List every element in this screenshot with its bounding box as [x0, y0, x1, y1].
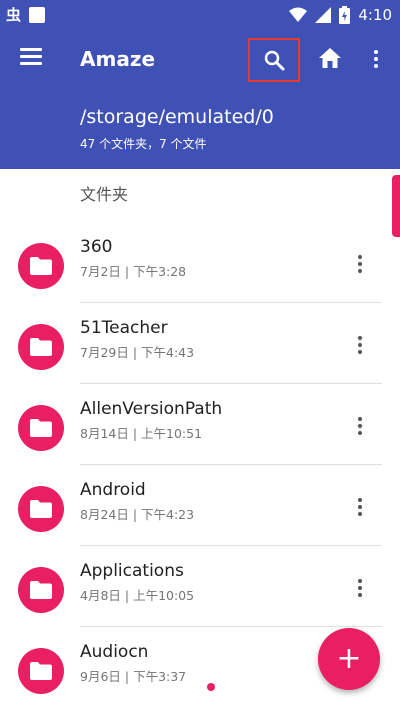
list-item[interactable]: 51Teacher 7月29日 | 下午4:43 — [0, 303, 400, 384]
status-bar: 虫 4:10 — [0, 0, 400, 30]
item-meta: 4月8日 | 上午10:05 — [80, 588, 195, 603]
more-vert-icon[interactable] — [350, 574, 370, 602]
notification-bug-icon: 虫 — [6, 6, 22, 24]
status-time: 4:10 — [358, 6, 392, 24]
item-meta: 7月2日 | 下午3:28 — [80, 264, 187, 279]
status-notifications: 虫 — [6, 5, 46, 25]
more-vert-icon[interactable] — [350, 493, 370, 521]
item-name: 360 — [80, 237, 113, 257]
status-indicators: 4:10 — [289, 4, 392, 26]
path-summary: 47 个文件夹，7 个文件 — [80, 137, 207, 151]
add-icon: + — [336, 641, 362, 676]
item-meta: 9月6日 | 下午3:37 — [80, 669, 187, 684]
folder-icon — [18, 324, 64, 370]
item-name: Android — [80, 480, 146, 500]
notification-square-icon — [29, 7, 46, 23]
folder-icon — [18, 243, 64, 289]
item-meta: 8月24日 | 下午4:23 — [80, 507, 195, 522]
more-vert-icon[interactable] — [350, 331, 370, 359]
list-item[interactable]: Applications 4月8日 | 上午10:05 — [0, 546, 400, 627]
more-vert-icon[interactable] — [350, 412, 370, 440]
item-name: Applications — [80, 561, 184, 581]
battery-icon — [339, 6, 351, 24]
folder-icon — [18, 405, 64, 451]
current-path: /storage/emulated/0 — [80, 106, 274, 128]
search-icon — [264, 50, 285, 71]
signal-icon — [315, 7, 332, 23]
list-item[interactable]: AllenVersionPath 8月14日 | 上午10:51 — [0, 384, 400, 465]
more-options-icon[interactable] — [366, 44, 386, 74]
item-meta: 7月29日 | 下午4:43 — [80, 345, 195, 360]
item-name: Audiocn — [80, 642, 149, 662]
folder-icon — [18, 567, 64, 613]
more-vert-icon[interactable] — [350, 250, 370, 278]
list-item[interactable]: 360 7月2日 | 下午3:28 — [0, 222, 400, 303]
item-name: 51Teacher — [80, 318, 168, 338]
item-meta: 8月14日 | 上午10:51 — [80, 426, 203, 441]
wifi-icon — [289, 7, 308, 22]
page-indicator-dot — [207, 683, 215, 691]
section-header-folders: 文件夹 — [80, 185, 129, 204]
app-header: Amaze /storage/emulated/0 47 个文件夹，7 个文件 — [0, 30, 400, 169]
item-name: AllenVersionPath — [80, 399, 223, 419]
list-item[interactable]: Android 8月24日 | 下午4:23 — [0, 465, 400, 546]
add-fab-button[interactable]: + — [318, 628, 380, 690]
app-title: Amaze — [80, 47, 156, 71]
folder-icon — [18, 648, 64, 694]
search-button[interactable] — [248, 38, 300, 82]
home-icon — [319, 48, 341, 68]
menu-icon[interactable] — [20, 48, 44, 70]
home-button[interactable] — [316, 44, 344, 72]
folder-icon — [18, 486, 64, 532]
